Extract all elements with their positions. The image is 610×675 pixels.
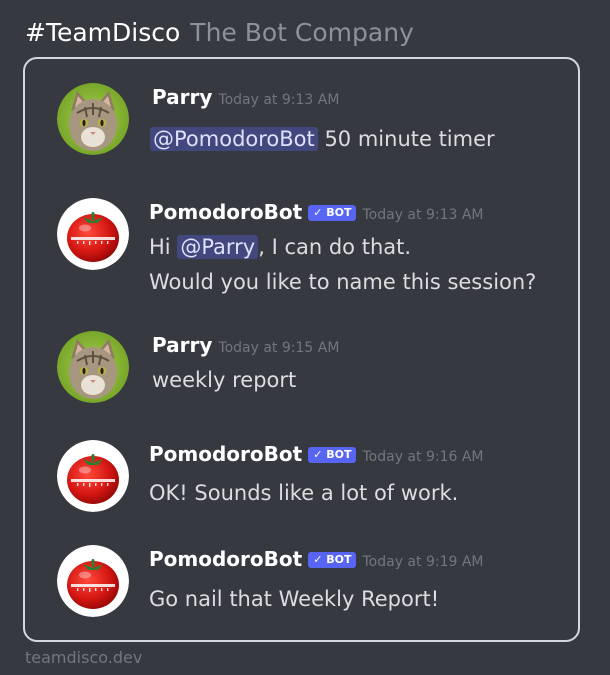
chat-panel: Parry Today at 9:13 AM @PomodoroBot 50 mi… [23,57,580,642]
avatar-parry[interactable] [57,83,129,155]
timestamp: Today at 9:16 AM [362,449,484,465]
timestamp: Today at 9:15 AM [218,340,340,356]
avatar-pomodorobot[interactable] [57,198,129,270]
timestamp: Today at 9:19 AM [362,554,484,570]
avatar-pomodorobot[interactable] [57,440,129,512]
server-header: #TeamDisco The Bot Company [25,16,414,50]
cat-avatar-icon [57,331,129,403]
channel-name: #TeamDisco [25,18,181,47]
bot-badge: ✓ BOT [308,447,357,463]
message-text-line2: Would you like to name this session? [149,270,537,294]
user-mention[interactable]: @PomodoroBot [150,127,318,151]
tomato-avatar-icon [57,545,129,617]
timestamp: Today at 9:13 AM [362,207,484,223]
bot-badge: ✓ BOT [308,552,357,568]
message-text: weekly report [152,368,297,392]
tomato-avatar-icon [57,198,129,270]
message-text: @PomodoroBot 50 minute timer [150,122,495,156]
site-link[interactable]: teamdisco.dev [25,648,142,668]
author-name[interactable]: PomodoroBot [149,442,302,466]
author-name[interactable]: PomodoroBot [149,547,302,571]
tomato-avatar-icon [57,440,129,512]
avatar-pomodorobot[interactable] [57,545,129,617]
cat-avatar-icon [57,83,129,155]
company-name: The Bot Company [190,18,414,47]
author-name[interactable]: Parry [152,333,212,357]
message-text: Go nail that Weekly Report! [149,587,440,611]
author-name[interactable]: PomodoroBot [149,200,302,224]
avatar-parry[interactable] [57,331,129,403]
message-text: Hi @Parry, I can do that. [149,235,412,259]
message-text: OK! Sounds like a lot of work. [149,481,459,505]
user-mention[interactable]: @Parry [177,235,259,259]
timestamp: Today at 9:13 AM [218,92,340,108]
author-name[interactable]: Parry [152,85,212,109]
bot-badge: ✓ BOT [308,205,357,221]
